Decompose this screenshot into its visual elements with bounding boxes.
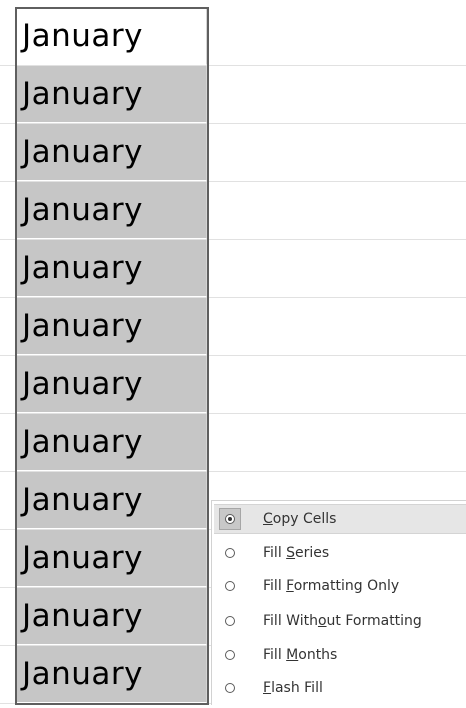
selected-cell[interactable]: January: [16, 646, 207, 703]
selected-cell[interactable]: January: [16, 472, 207, 529]
label-suffix: ormatting Only: [293, 578, 400, 594]
autofill-option[interactable]: Fill Months: [214, 640, 466, 670]
autofill-option-label: Fill Series: [263, 545, 329, 561]
selected-cell[interactable]: January: [16, 356, 207, 413]
label-prefix: Fill: [263, 647, 287, 663]
radio-button-icon[interactable]: [219, 610, 241, 632]
label-prefix: Fill: [263, 545, 287, 561]
grid-row[interactable]: January: [0, 66, 466, 124]
selected-cell[interactable]: January: [16, 414, 207, 471]
autofill-option[interactable]: Fill Without Formatting: [214, 606, 466, 636]
selected-cell[interactable]: January: [16, 588, 207, 645]
label-suffix: onths: [298, 647, 338, 663]
radio-button-icon[interactable]: [219, 542, 241, 564]
label-suffix: lash Fill: [271, 680, 323, 696]
autofill-option[interactable]: Copy Cells: [214, 504, 466, 534]
autofill-option[interactable]: Fill Formatting Only: [214, 571, 466, 601]
selected-cell[interactable]: January: [16, 66, 207, 123]
access-key: S: [286, 545, 296, 561]
autofill-option[interactable]: Fill Series: [214, 538, 466, 568]
grid-row[interactable]: January: [0, 298, 466, 356]
grid-row[interactable]: January: [0, 356, 466, 414]
radio-button-icon[interactable]: [219, 644, 241, 666]
autofill-option-label: Fill Months: [263, 647, 337, 663]
autofill-option-label: Fill Without Formatting: [263, 613, 422, 629]
label-suffix: ut Formatting: [326, 613, 422, 629]
selected-cell[interactable]: January: [16, 124, 207, 181]
selected-cell[interactable]: January: [16, 298, 207, 355]
radio-button-icon[interactable]: [219, 575, 241, 597]
autofill-option-label: Flash Fill: [263, 680, 323, 696]
autofill-options-menu: Copy Cells Fill Series Fill Formatting Onl…: [211, 500, 466, 705]
grid-row[interactable]: January: [0, 414, 466, 472]
label-prefix: Fill: [263, 578, 287, 594]
radio-circle-icon: [225, 514, 235, 524]
selected-cell[interactable]: January: [16, 530, 207, 587]
radio-button-icon[interactable]: [219, 677, 241, 699]
selected-cell[interactable]: January: [16, 182, 207, 239]
grid-row[interactable]: January: [0, 8, 466, 66]
label-prefix: Fill With: [263, 613, 318, 629]
grid-row[interactable]: January: [0, 240, 466, 298]
autofill-option[interactable]: Flash Fill: [214, 673, 466, 703]
active-cell[interactable]: January: [16, 8, 207, 65]
autofill-option-label: Fill Formatting Only: [263, 578, 399, 594]
radio-circle-icon: [225, 683, 235, 693]
grid-row[interactable]: January: [0, 182, 466, 240]
label-suffix: eries: [295, 545, 330, 561]
radio-circle-icon: [225, 616, 235, 626]
grid-row[interactable]: January: [0, 124, 466, 182]
access-key: F: [263, 680, 272, 696]
access-key: F: [286, 578, 294, 594]
radio-button-icon[interactable]: [219, 508, 241, 530]
selected-cell[interactable]: January: [16, 240, 207, 297]
access-key: C: [263, 511, 273, 527]
access-key: M: [286, 647, 299, 663]
access-key: o: [317, 613, 327, 629]
radio-circle-icon: [225, 548, 235, 558]
radio-circle-icon: [225, 650, 235, 660]
autofill-option-label: Copy Cells: [263, 511, 336, 527]
label-suffix: opy Cells: [272, 511, 337, 527]
radio-circle-icon: [225, 581, 235, 591]
